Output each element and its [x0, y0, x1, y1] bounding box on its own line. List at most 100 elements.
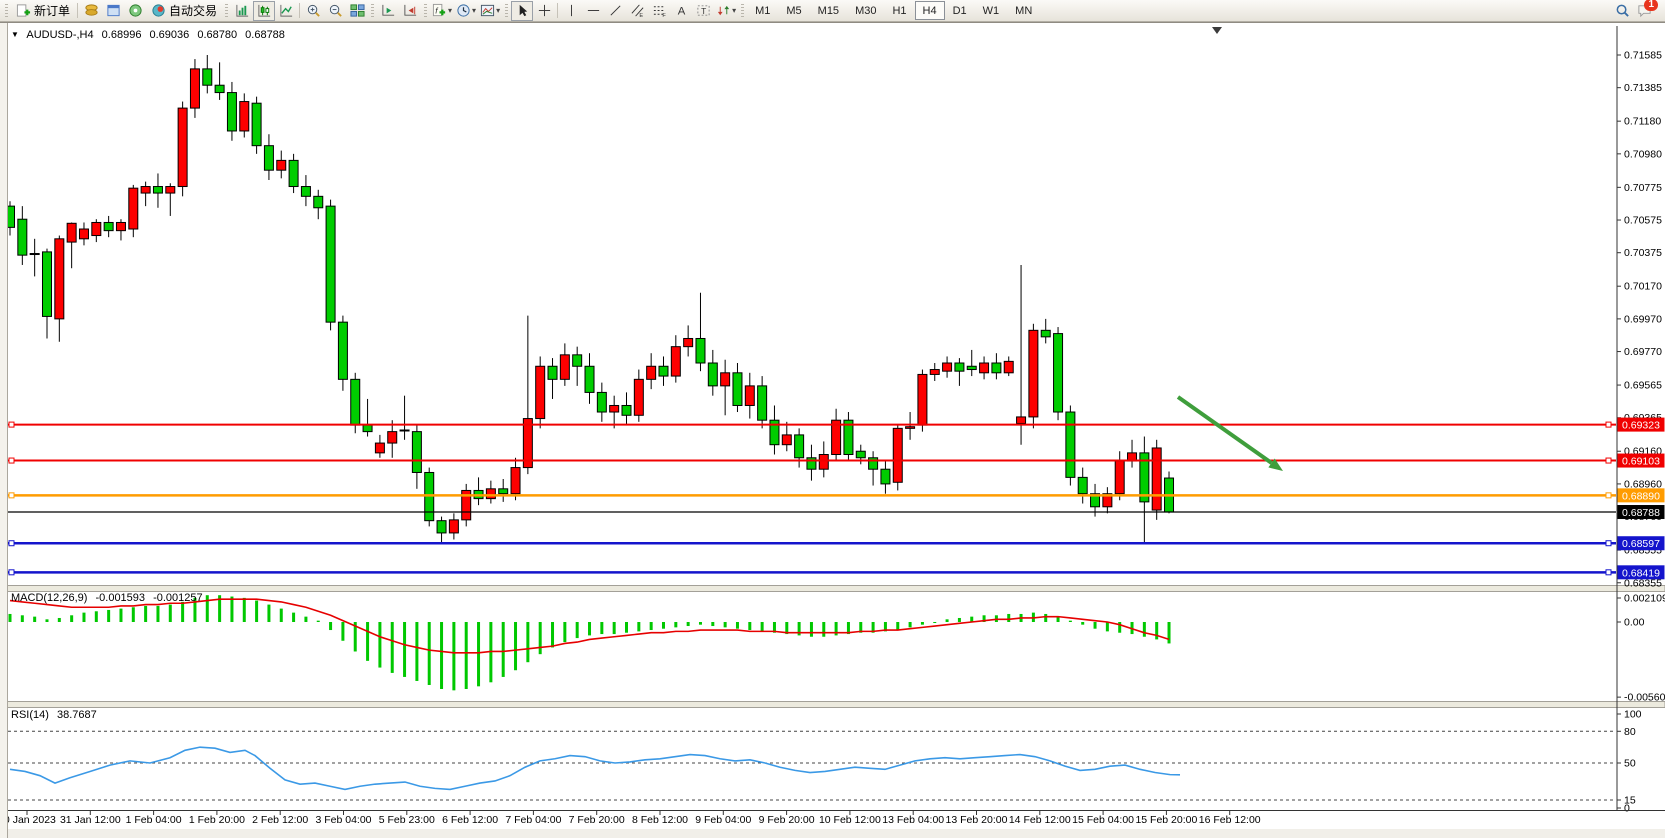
macd-histogram-bar: [107, 610, 110, 622]
macd-histogram-bar: [181, 602, 184, 622]
line-chart-button[interactable]: [275, 1, 297, 21]
chart-shift-marker[interactable]: [1212, 27, 1222, 34]
timeframe-m15[interactable]: M15: [810, 1, 847, 20]
indicators-button[interactable]: f▾: [430, 1, 454, 21]
cursor-button[interactable]: [511, 1, 533, 21]
rsi-axis-label: 100: [1624, 709, 1642, 721]
macd-histogram-bar: [822, 622, 825, 637]
timeframe-d1[interactable]: D1: [945, 1, 975, 20]
crosshair-button[interactable]: [533, 1, 555, 21]
pane-splitter[interactable]: [0, 702, 1665, 708]
level-line-handle[interactable]: [9, 570, 14, 575]
candle: [1115, 461, 1124, 494]
level-price-text: 0.69323: [1622, 420, 1660, 432]
macd-histogram-bar: [292, 613, 295, 622]
level-line-handle[interactable]: [1606, 458, 1611, 463]
timeframe-h1[interactable]: H1: [884, 1, 914, 20]
data-window-button[interactable]: [102, 1, 124, 21]
toolbar-buttons-group: 新订单自动交易f▾▾▾EFAT▾: [2, 0, 747, 22]
timeframe-w1[interactable]: W1: [975, 1, 1008, 20]
candle: [918, 374, 927, 425]
vertical-line-button[interactable]: [560, 1, 582, 21]
rsi-axis-label: 80: [1624, 726, 1636, 738]
notifications-button[interactable]: 1: [1633, 1, 1655, 21]
templates-button[interactable]: ▾: [478, 1, 502, 21]
dropdown-arrow-icon[interactable]: ▾: [472, 6, 476, 15]
periods-button[interactable]: ▾: [454, 1, 478, 21]
level-price-text: 0.68788: [1622, 507, 1660, 519]
trendline-button[interactable]: [604, 1, 626, 21]
candle: [1152, 448, 1161, 510]
periods-icon: [456, 3, 471, 18]
timeframe-m5[interactable]: M5: [778, 1, 809, 20]
chart-canvas[interactable]: 0.715850.713850.711800.709800.707750.705…: [0, 0, 1665, 838]
auto-scroll-button[interactable]: [399, 1, 421, 21]
candle: [1054, 334, 1063, 412]
macd-histogram-bar: [452, 622, 455, 690]
level-line-handle[interactable]: [1606, 493, 1611, 498]
navigator-button[interactable]: [124, 1, 146, 21]
timeframe-m30[interactable]: M30: [847, 1, 884, 20]
level-line-handle[interactable]: [9, 493, 14, 498]
zoom-in-button[interactable]: [302, 1, 324, 21]
level-line-handle[interactable]: [1606, 422, 1611, 427]
macd-histogram-bar: [637, 622, 640, 631]
dropdown-arrow-icon[interactable]: ▾: [448, 6, 452, 15]
macd-histogram-bar: [724, 622, 727, 627]
candle: [1004, 361, 1013, 372]
toolbar-grip: [741, 4, 744, 18]
candlestick-chart-button[interactable]: [253, 1, 275, 21]
level-line-handle[interactable]: [9, 458, 14, 463]
horizontal-line-button[interactable]: [582, 1, 604, 21]
bar-chart-button[interactable]: [231, 1, 253, 21]
level-line-handle[interactable]: [1606, 541, 1611, 546]
candle: [869, 458, 878, 469]
timeframe-mn[interactable]: MN: [1007, 1, 1040, 20]
chart-menu-arrow-icon[interactable]: ▼: [11, 30, 19, 39]
dropdown-arrow-icon[interactable]: ▾: [732, 6, 736, 15]
macd-histogram-bar: [156, 606, 159, 622]
time-tick-label: 9 Feb 20:00: [759, 814, 815, 826]
zoom-in-icon: [306, 3, 321, 18]
autotrading-button[interactable]: 自动交易: [146, 1, 222, 21]
candlestick-chart-icon: [257, 3, 272, 18]
fibonacci-button[interactable]: F: [648, 1, 670, 21]
tile-windows-button[interactable]: [346, 1, 368, 21]
candle: [782, 435, 791, 445]
text-button[interactable]: A: [670, 1, 692, 21]
candle: [215, 85, 224, 92]
market-watch-button[interactable]: [80, 1, 102, 21]
dropdown-arrow-icon[interactable]: ▾: [496, 6, 500, 15]
search-icon[interactable]: [1611, 1, 1633, 21]
price-tick-label: 0.69770: [1624, 346, 1662, 358]
macd-histogram-bar: [1007, 614, 1010, 622]
text-label-button[interactable]: T: [692, 1, 714, 21]
time-tick-label: 8 Feb 12:00: [632, 814, 688, 826]
candle: [55, 239, 64, 319]
candle: [203, 69, 212, 85]
arrows-button[interactable]: ▾: [714, 1, 738, 21]
rsi-title: RSI(14): [11, 709, 49, 721]
zoom-out-button[interactable]: [324, 1, 346, 21]
macd-histogram-bar: [1143, 622, 1146, 637]
timeframe-h4[interactable]: H4: [915, 1, 945, 20]
macd-histogram-bar: [465, 622, 468, 689]
chart-shift-button[interactable]: [377, 1, 399, 21]
time-axis[interactable]: 30 Jan 202331 Jan 12:001 Feb 04:001 Feb …: [0, 811, 1665, 838]
equidistant-channel-button[interactable]: E: [626, 1, 648, 21]
time-tick-label: 6 Feb 12:00: [442, 814, 498, 826]
level-line-handle[interactable]: [1606, 570, 1611, 575]
pane-splitter[interactable]: [0, 586, 1665, 592]
macd-histogram-bar: [366, 622, 369, 661]
timeframe-m1[interactable]: M1: [747, 1, 778, 20]
candle: [79, 229, 88, 239]
level-line-handle[interactable]: [9, 422, 14, 427]
macd-histogram-bar: [45, 619, 48, 622]
candle: [992, 363, 1001, 373]
macd-histogram-bar: [1118, 622, 1121, 633]
window-left-strip: [0, 23, 8, 838]
level-line-handle[interactable]: [9, 541, 14, 546]
candle: [1041, 330, 1050, 337]
candle: [745, 386, 754, 406]
new-order-button[interactable]: 新订单: [11, 1, 75, 21]
